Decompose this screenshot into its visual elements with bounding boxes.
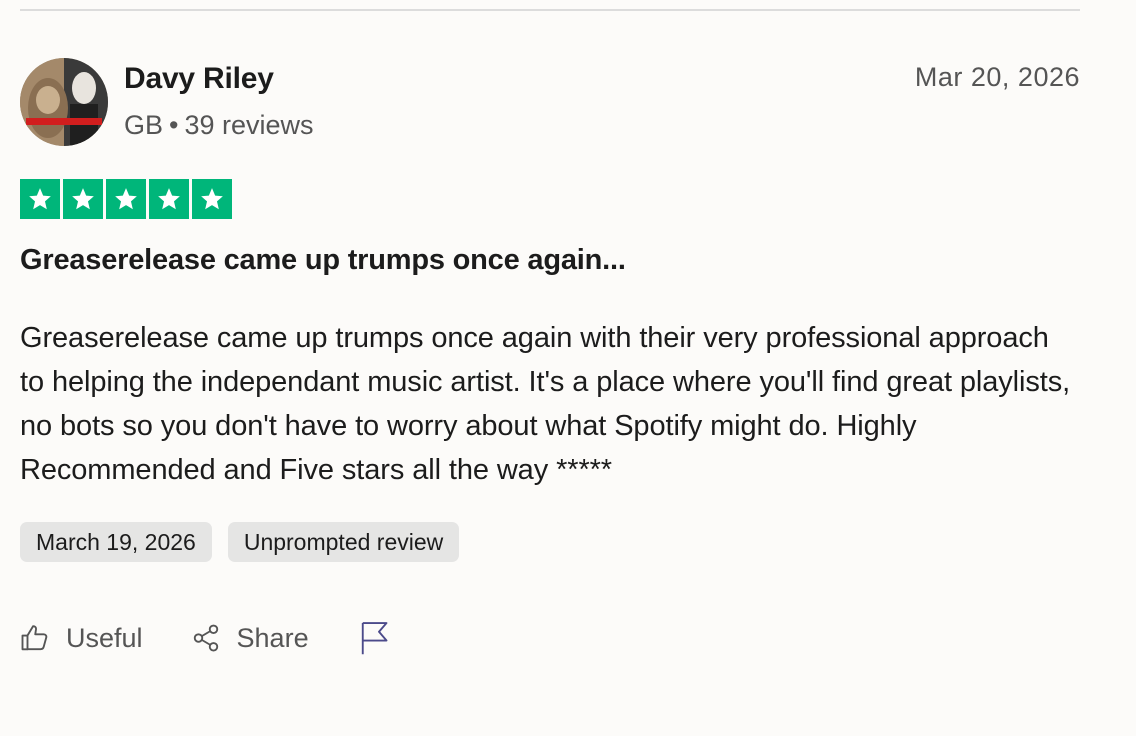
- meta-separator: •: [169, 110, 179, 140]
- reviewer-review-count: 39 reviews: [184, 110, 314, 140]
- review-actions: Useful Share: [20, 620, 389, 656]
- share-icon: [193, 624, 218, 652]
- review-title[interactable]: Greaserelease came up trumps once again.…: [20, 244, 626, 277]
- star-rating: [20, 179, 232, 219]
- star-icon: [63, 179, 103, 219]
- avatar-photo-icon: [20, 58, 108, 146]
- flag-icon: [361, 622, 388, 655]
- thumbs-up-icon: [21, 625, 48, 651]
- section-divider: [20, 9, 1080, 11]
- review-tags: March 19, 2026 Unprompted review: [20, 522, 460, 562]
- review-date: Mar 20, 2026: [914, 62, 1080, 92]
- reviewer-name[interactable]: Davy Riley: [124, 62, 274, 96]
- useful-label: Useful: [66, 622, 143, 653]
- review-header: Davy Riley GB • 39 reviews Mar 20, 2026: [20, 58, 1080, 148]
- avatar[interactable]: [20, 58, 108, 146]
- star-icon: [149, 179, 189, 219]
- reviewer-meta: GB • 39 reviews: [124, 110, 314, 141]
- share-label: Share: [236, 622, 309, 653]
- star-icon: [106, 179, 146, 219]
- useful-button[interactable]: Useful: [20, 623, 143, 654]
- review-card: Davy Riley GB • 39 reviews Mar 20, 2026 Gr…: [20, 58, 1080, 655]
- review-body: Greaserelease came up trumps once again …: [20, 322, 1071, 486]
- report-button[interactable]: [359, 620, 389, 656]
- share-button[interactable]: Share: [191, 623, 309, 654]
- star-icon: [20, 179, 60, 219]
- reviewer-country: GB: [124, 110, 164, 140]
- experience-date-tag: March 19, 2026: [20, 522, 212, 562]
- review-type-tag[interactable]: Unprompted review: [227, 522, 460, 562]
- star-icon: [192, 179, 232, 219]
